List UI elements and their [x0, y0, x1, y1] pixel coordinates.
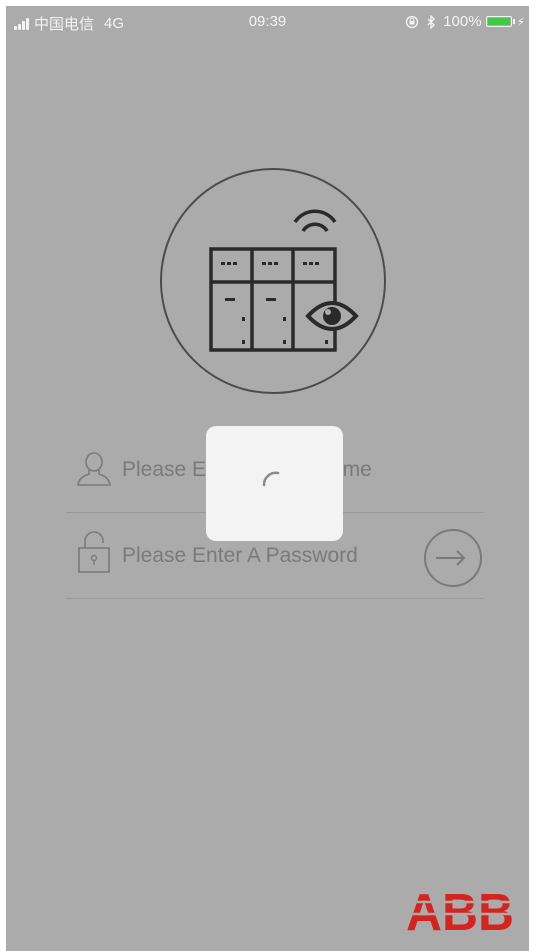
abb-logo: ABB [406, 884, 516, 934]
login-arrow-icon [436, 550, 466, 566]
switchgear-cabinet-icon [209, 209, 359, 352]
abb-logo-text: ABB [406, 884, 514, 934]
bluetooth-icon [427, 14, 436, 29]
app-logo-circle [160, 168, 386, 394]
battery-fill [487, 18, 510, 25]
app-screen: 中国电信 4G 09:39 100% ⚡ Please Enter A User… [6, 6, 529, 951]
status-right: 100% ⚡ [405, 13, 525, 30]
status-bar: 中国电信 4G 09:39 100% ⚡ [6, 6, 529, 38]
login-button[interactable] [424, 529, 482, 587]
battery-tip [512, 19, 515, 24]
wifi-icon [293, 209, 337, 233]
orientation-lock-icon [406, 15, 419, 28]
battery-percent: 100% [443, 13, 482, 30]
lock-icon [78, 531, 110, 573]
user-icon [77, 452, 111, 486]
loading-indicator [206, 426, 343, 541]
eye-icon [305, 301, 359, 331]
password-input[interactable] [122, 538, 422, 574]
battery-icon [485, 16, 512, 27]
spinner-icon [262, 471, 280, 487]
charging-icon: ⚡ [516, 14, 525, 29]
